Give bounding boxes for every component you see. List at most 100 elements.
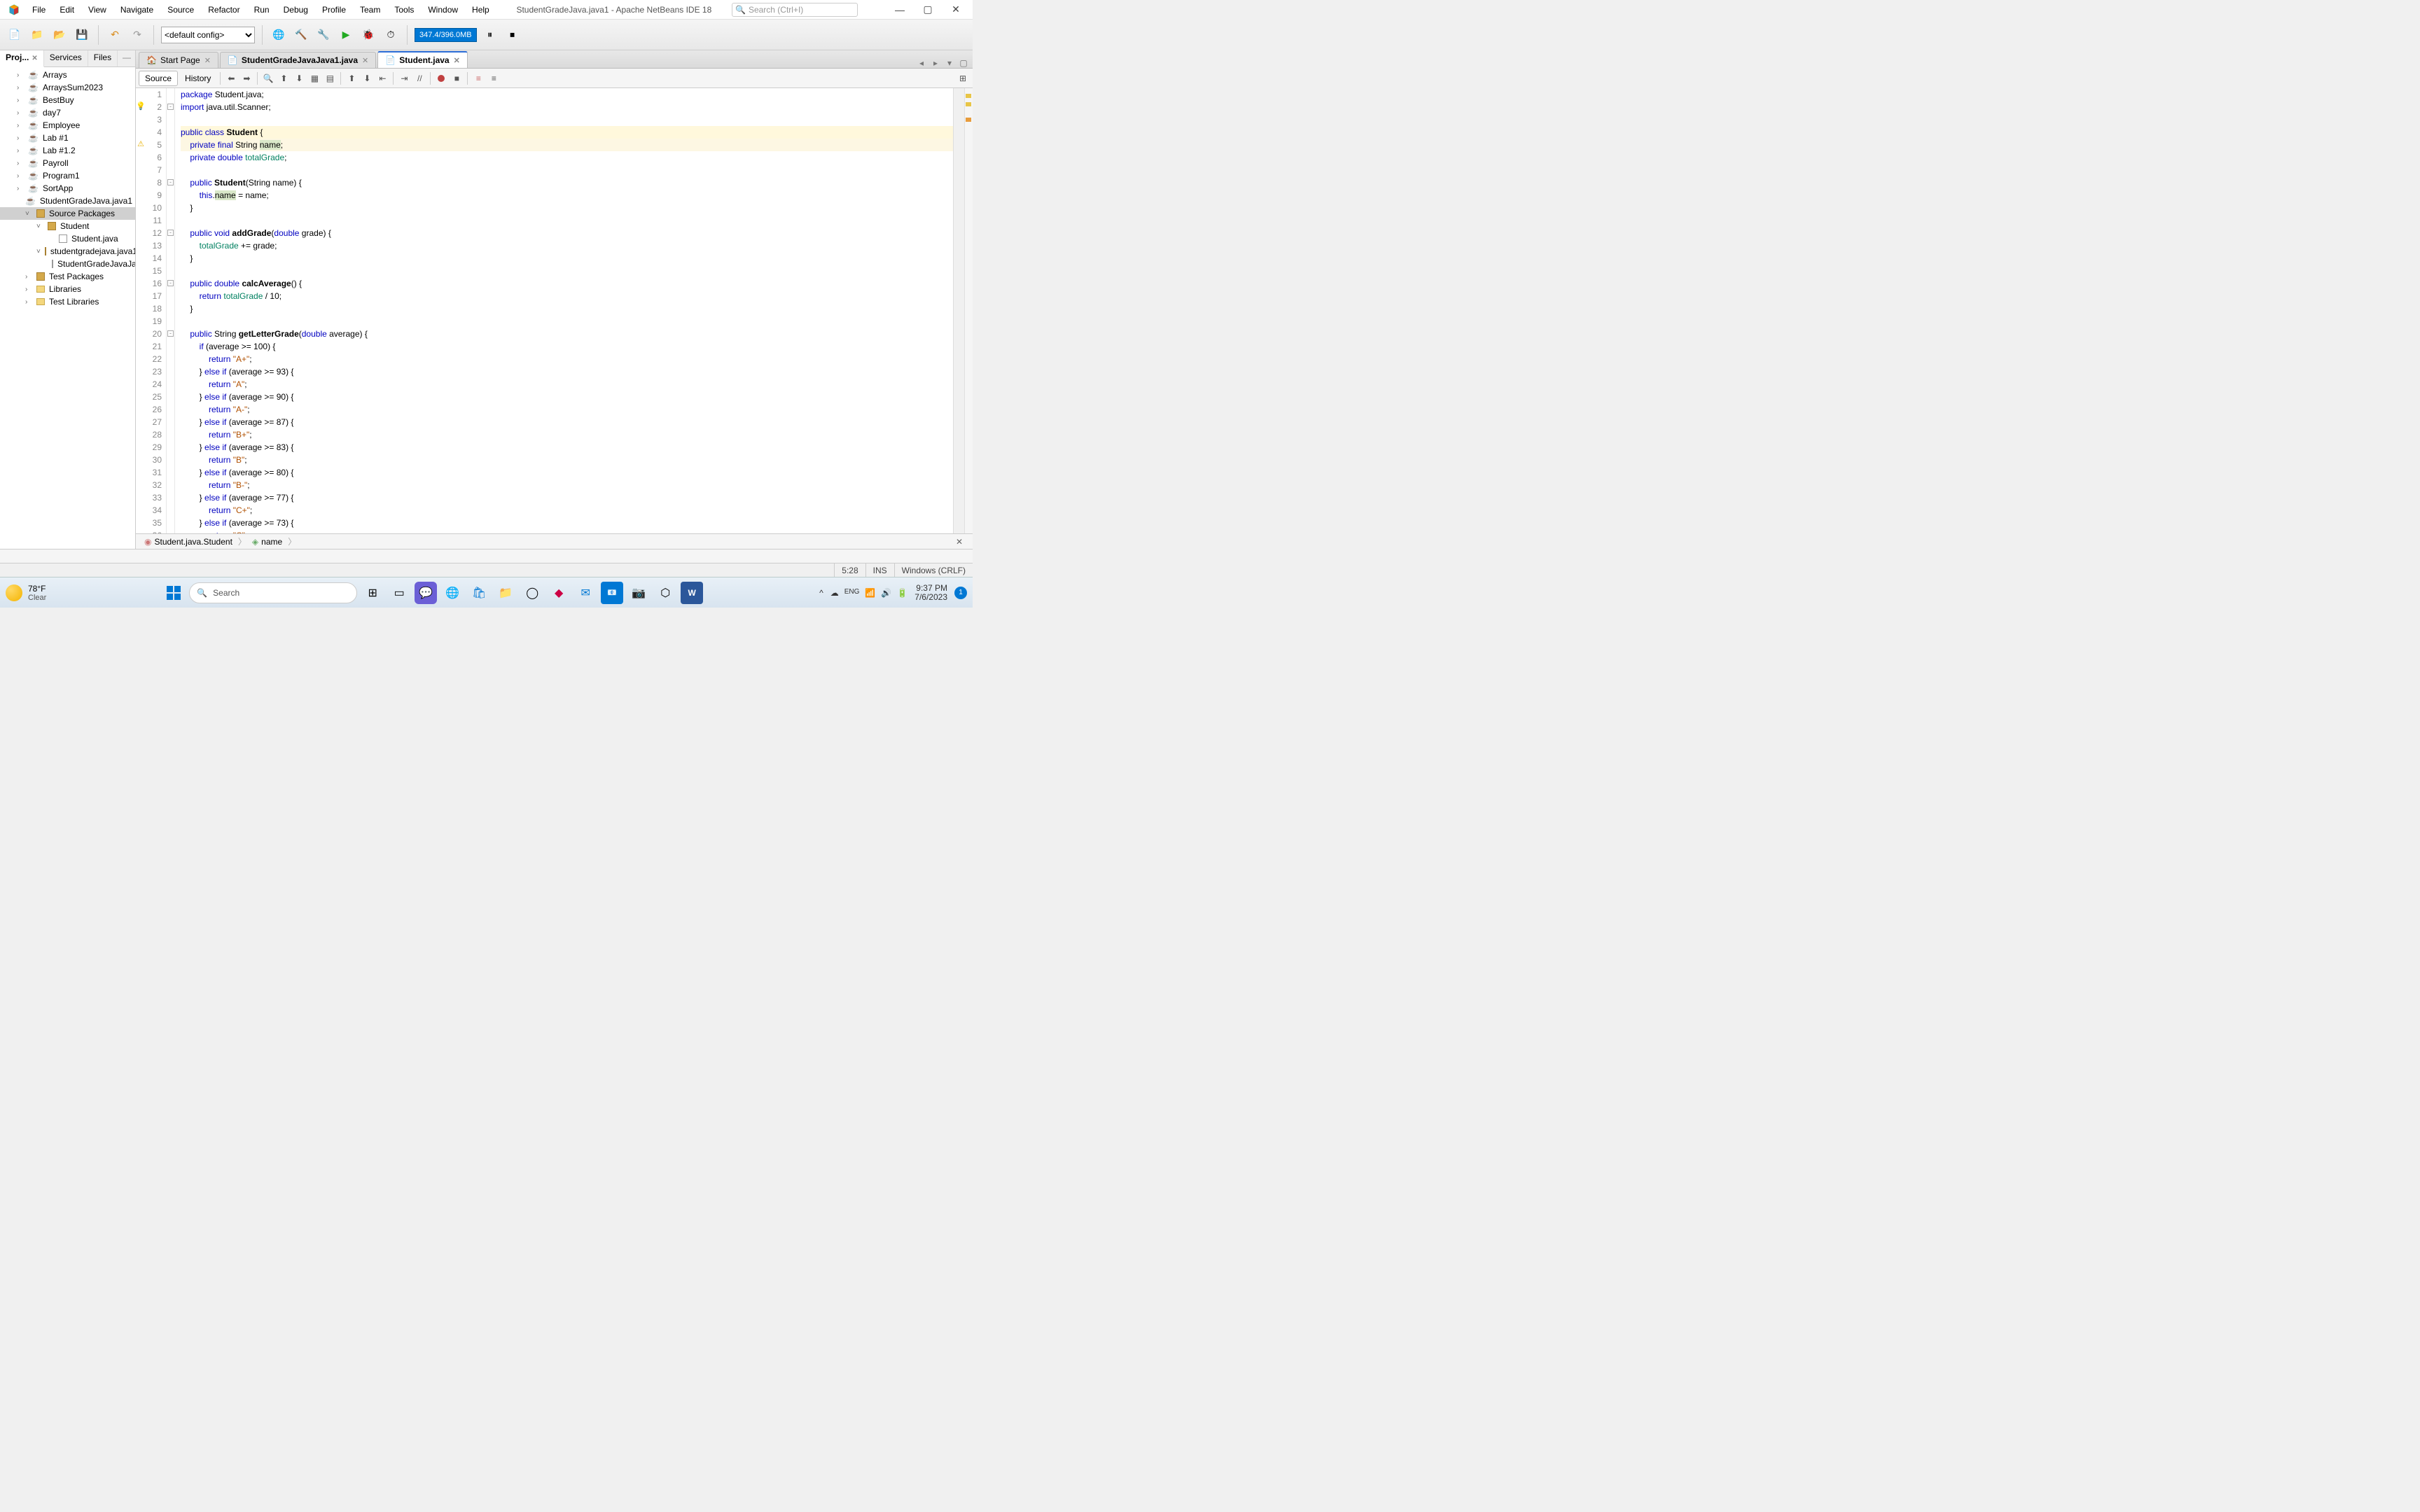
menu-navigate[interactable]: Navigate xyxy=(113,2,160,18)
prev-bookmark-icon[interactable]: ⬆ xyxy=(345,71,359,85)
package-node[interactable]: ˅studentgradejava.java1 xyxy=(0,245,135,258)
tab-files[interactable]: Files xyxy=(88,50,118,66)
nav-forward-icon[interactable]: ➡ xyxy=(239,71,253,85)
stop-icon[interactable]: ⏹ xyxy=(503,26,522,44)
code-line[interactable]: } else if (average >= 80) { xyxy=(181,466,953,479)
config-select[interactable]: <default config> xyxy=(161,27,255,43)
source-view-button[interactable]: Source xyxy=(139,71,178,86)
history-view-button[interactable]: History xyxy=(179,71,216,85)
split-icon[interactable]: ⊞ xyxy=(956,71,970,85)
task-view-icon[interactable]: ⊞ xyxy=(361,582,384,604)
menu-source[interactable]: Source xyxy=(160,2,201,18)
warning-marker[interactable] xyxy=(966,118,971,122)
editor-tab[interactable]: 🏠Start Page✕ xyxy=(139,52,218,68)
word-icon[interactable]: W xyxy=(681,582,703,604)
maximize-button[interactable]: ▢ xyxy=(914,4,942,15)
netbeans-icon[interactable]: ⬡ xyxy=(654,582,676,604)
menu-help[interactable]: Help xyxy=(465,2,496,18)
indent-icon[interactable]: ≡ xyxy=(487,71,501,85)
menu-debug[interactable]: Debug xyxy=(277,2,315,18)
code-line[interactable]: } else if (average >= 83) { xyxy=(181,441,953,454)
start-button[interactable] xyxy=(162,582,185,604)
code-line[interactable]: public String getLetterGrade(double aver… xyxy=(181,328,953,340)
close-tab-icon[interactable]: ✕ xyxy=(454,56,460,65)
project-node[interactable]: ›☕Employee xyxy=(0,119,135,132)
menu-refactor[interactable]: Refactor xyxy=(201,2,246,18)
project-node[interactable]: ›☕Lab #1 xyxy=(0,132,135,144)
code-line[interactable]: public class Student { xyxy=(181,126,953,139)
macro-record-icon[interactable] xyxy=(434,71,448,85)
tab-projects[interactable]: Proj...✕ xyxy=(0,50,44,67)
edge-icon[interactable]: 🌐 xyxy=(441,582,464,604)
clock[interactable]: 9:37 PM 7/6/2023 xyxy=(915,584,947,602)
dell-icon[interactable]: ◯ xyxy=(521,582,543,604)
error-strip[interactable] xyxy=(964,88,973,533)
code-line[interactable]: public Student(String name) { xyxy=(181,176,953,189)
breadcrumb-member[interactable]: ◈ name xyxy=(249,537,285,547)
editor-tab[interactable]: 📄StudentGradeJavaJava1.java✕ xyxy=(220,52,376,68)
project-node[interactable]: ›☕Program1 xyxy=(0,169,135,182)
find-prev-icon[interactable]: ⬆ xyxy=(277,71,291,85)
code-line[interactable]: if (average >= 100) { xyxy=(181,340,953,353)
close-tab-icon[interactable]: ✕ xyxy=(204,56,211,65)
breadcrumb-class[interactable]: ◉ Student.java.Student xyxy=(141,537,235,547)
uncomment-icon[interactable]: ≡ xyxy=(471,71,485,85)
toggle-bookmark-icon[interactable]: ▤ xyxy=(323,71,337,85)
project-tree[interactable]: ›☕Arrays›☕ArraysSum2023›☕BestBuy›☕day7›☕… xyxy=(0,67,135,549)
code-line[interactable]: private double totalGrade; xyxy=(181,151,953,164)
code-line[interactable]: public void addGrade(double grade) { xyxy=(181,227,953,239)
shift-left-icon[interactable]: ⇤ xyxy=(375,71,389,85)
code-line[interactable]: } else if (average >= 93) { xyxy=(181,365,953,378)
code-line[interactable]: return "A+"; xyxy=(181,353,953,365)
next-tab-icon[interactable]: ▸ xyxy=(929,58,942,68)
open-project-button[interactable]: 📂 xyxy=(50,26,69,44)
prev-tab-icon[interactable]: ◂ xyxy=(915,58,928,68)
java-file-node[interactable]: StudentGradeJavaJa xyxy=(0,258,135,270)
menu-window[interactable]: Window xyxy=(421,2,465,18)
new-file-button[interactable]: 📄 xyxy=(6,26,24,44)
new-project-button[interactable]: 📁 xyxy=(28,26,46,44)
code-line[interactable]: return "B+"; xyxy=(181,428,953,441)
run-button[interactable]: ▶ xyxy=(337,26,355,44)
code-line[interactable]: } else if (average >= 90) { xyxy=(181,391,953,403)
test-packages-node[interactable]: ›Test Packages xyxy=(0,270,135,283)
project-node[interactable]: ›☕Arrays xyxy=(0,69,135,81)
battery-icon[interactable]: 🔋 xyxy=(897,588,908,598)
project-node[interactable]: ›☕Payroll xyxy=(0,157,135,169)
volume-icon[interactable]: 🔊 xyxy=(881,588,891,598)
memory-indicator[interactable]: 347.4/396.0MB xyxy=(415,28,477,42)
project-node[interactable]: ›☕ArraysSum2023 xyxy=(0,81,135,94)
code-line[interactable]: return totalGrade / 10; xyxy=(181,290,953,302)
code-line[interactable] xyxy=(181,164,953,176)
build-button[interactable]: 🌐 xyxy=(270,26,288,44)
minimize-sidebar-button[interactable]: — xyxy=(118,50,135,66)
close-tab-icon[interactable]: ✕ xyxy=(362,56,368,65)
tab-services[interactable]: Services xyxy=(44,50,88,66)
project-node[interactable]: ›☕Lab #1.2 xyxy=(0,144,135,157)
next-bookmark-icon[interactable]: ⬇ xyxy=(360,71,374,85)
code-line[interactable]: return "A"; xyxy=(181,378,953,391)
outlook-icon[interactable]: 📧 xyxy=(601,582,623,604)
project-node[interactable]: ›☕SortApp xyxy=(0,182,135,195)
save-all-button[interactable]: 💾 xyxy=(73,26,91,44)
profile-button[interactable]: ⏱ xyxy=(382,26,400,44)
notification-badge[interactable]: 1 xyxy=(954,587,967,599)
code-line[interactable]: import java.util.Scanner; xyxy=(181,101,953,113)
weather-widget[interactable]: 78°F Clear xyxy=(6,584,46,602)
warning-marker[interactable] xyxy=(966,102,971,106)
mail-icon[interactable]: ✉ xyxy=(574,582,597,604)
menu-team[interactable]: Team xyxy=(353,2,387,18)
close-button[interactable]: ✕ xyxy=(942,4,970,15)
app-icon[interactable]: ▭ xyxy=(388,582,410,604)
maximize-editor-icon[interactable]: ▢ xyxy=(957,58,970,68)
breadcrumb-close-icon[interactable]: ✕ xyxy=(952,537,967,547)
pause-icon[interactable]: ⏸ xyxy=(481,26,499,44)
find-selection-icon[interactable]: 🔍 xyxy=(261,71,275,85)
explorer-icon[interactable]: 📁 xyxy=(494,582,517,604)
code-line[interactable]: return "C+"; xyxy=(181,504,953,517)
debug-button[interactable]: 🐞 xyxy=(359,26,377,44)
wifi-icon[interactable]: 📶 xyxy=(865,588,875,598)
code-line[interactable]: return "B"; xyxy=(181,454,953,466)
search-input[interactable]: 🔍 Search (Ctrl+I) xyxy=(732,3,858,17)
project-node[interactable]: ›☕day7 xyxy=(0,106,135,119)
